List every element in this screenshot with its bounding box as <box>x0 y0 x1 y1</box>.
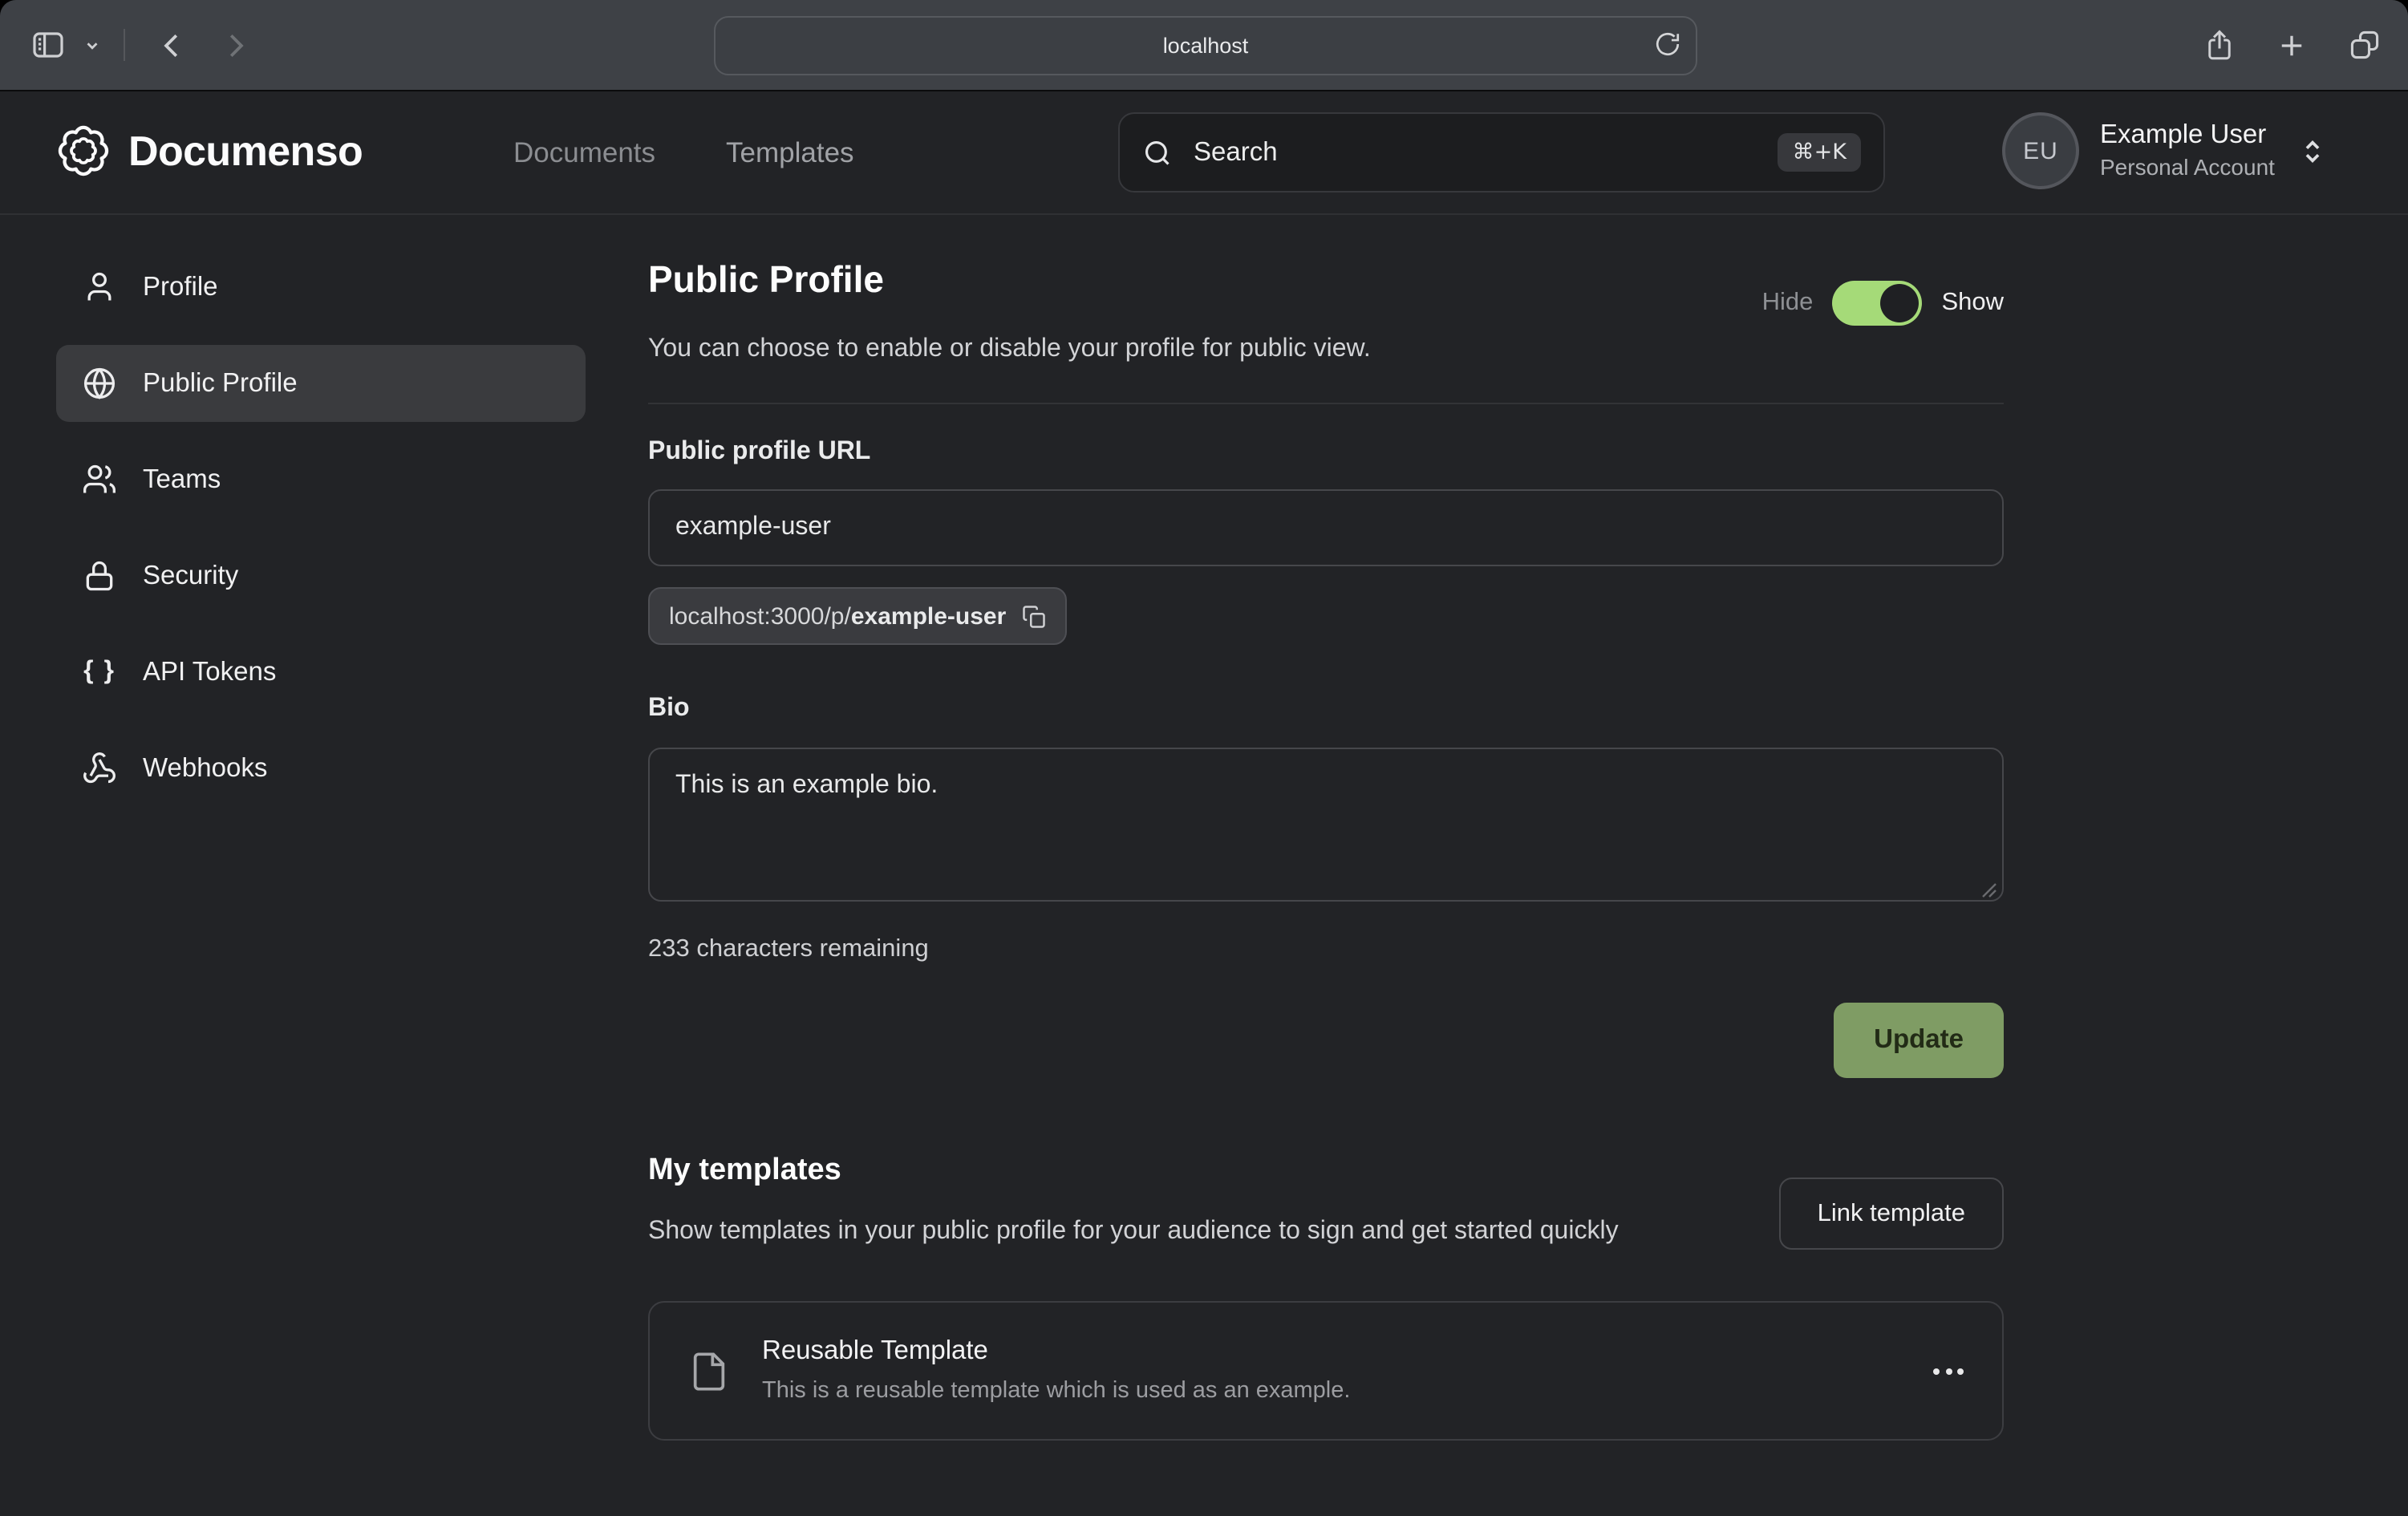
search-icon <box>1142 137 1173 168</box>
chevrons-up-down-icon <box>2299 137 2326 164</box>
brand[interactable]: Documenso <box>56 124 363 178</box>
chevron-down-icon[interactable] <box>83 36 101 54</box>
divider <box>648 403 2004 404</box>
search-placeholder: Search <box>1194 137 1278 168</box>
file-icon <box>688 1348 730 1393</box>
sidebar-item-security[interactable]: Security <box>56 537 586 614</box>
more-options-icon[interactable] <box>1933 1368 1964 1374</box>
search-input[interactable]: Search ⌘+K <box>1118 112 1885 193</box>
user-name: Example User <box>2100 119 2275 152</box>
template-card[interactable]: Reusable Template This is a reusable tem… <box>648 1301 2004 1441</box>
url-field-label: Public profile URL <box>648 438 2004 467</box>
globe-icon <box>82 366 117 401</box>
copy-icon[interactable] <box>1022 604 1046 628</box>
main-nav: Documents Templates <box>513 91 854 213</box>
templates-section-description: Show templates in your public profile fo… <box>648 1211 1651 1253</box>
page-description: You can choose to enable or disable your… <box>648 330 2004 369</box>
sidebar-item-profile[interactable]: Profile <box>56 249 586 326</box>
braces-icon: { } <box>82 658 117 687</box>
template-description: This is a reusable template which is use… <box>762 1376 1350 1407</box>
browser-chrome: localhost <box>0 0 2408 91</box>
link-template-button[interactable]: Link template <box>1779 1178 2004 1250</box>
template-title: Reusable Template <box>762 1335 1350 1368</box>
back-icon[interactable] <box>157 30 188 60</box>
sidebar-item-teams[interactable]: Teams <box>56 441 586 518</box>
profile-visibility-toggle-group: Hide Show <box>1762 281 2004 326</box>
bio-textarea[interactable]: This is an example bio. <box>648 748 2004 902</box>
user-account-type: Personal Account <box>2100 152 2275 183</box>
characters-remaining: 233 characters remaining <box>648 935 2004 964</box>
user-menu[interactable]: EU Example User Personal Account <box>2002 112 2326 189</box>
bio-field-label: Bio <box>648 695 2004 724</box>
toggle-knob <box>1880 284 1919 322</box>
tabs-overview-icon[interactable] <box>2347 27 2382 63</box>
forward-icon[interactable] <box>220 30 250 60</box>
toggle-hide-label: Hide <box>1762 289 1814 318</box>
url-preview-text: localhost:3000/p/example-user <box>669 602 1006 630</box>
webhook-icon <box>82 751 117 786</box>
reload-icon[interactable] <box>1654 30 1681 58</box>
resize-handle[interactable] <box>1981 882 1997 898</box>
search-shortcut-badge: ⌘+K <box>1778 133 1861 172</box>
new-tab-icon[interactable] <box>2275 28 2309 62</box>
avatar: EU <box>2002 112 2079 189</box>
toggle-show-label: Show <box>1941 289 2004 318</box>
sidebar-item-api-tokens[interactable]: { } API Tokens <box>56 634 586 711</box>
url-preview-badge[interactable]: localhost:3000/p/example-user <box>648 587 1067 645</box>
address-url: localhost <box>1163 34 1249 58</box>
nav-templates[interactable]: Templates <box>726 136 854 169</box>
my-templates-section: My templates Show templates in your publ… <box>648 1152 2004 1441</box>
chrome-divider <box>124 29 125 61</box>
brand-name: Documenso <box>128 126 363 176</box>
main-content: Public Profile Hide Show You can choose … <box>648 213 2004 1441</box>
address-bar[interactable]: localhost <box>714 16 1697 75</box>
visibility-toggle[interactable] <box>1832 281 1922 326</box>
users-icon <box>82 462 117 497</box>
sidebar-toggle-icon[interactable] <box>29 26 67 64</box>
share-icon[interactable] <box>2203 28 2236 62</box>
settings-sidebar: Profile Public Profile Teams Security { … <box>56 249 586 826</box>
update-button[interactable]: Update <box>1834 1003 2004 1078</box>
documenso-logo-icon <box>56 124 111 178</box>
sidebar-item-public-profile[interactable]: Public Profile <box>56 345 586 422</box>
sidebar-item-webhooks[interactable]: Webhooks <box>56 730 586 807</box>
nav-documents[interactable]: Documents <box>513 136 655 169</box>
public-profile-url-input[interactable] <box>648 489 2004 566</box>
user-icon <box>82 270 117 305</box>
lock-icon <box>82 558 117 594</box>
app-window: localhost Documens <box>0 0 2408 1516</box>
app-header: Documenso Documents Templates Search ⌘+K… <box>0 91 2408 215</box>
